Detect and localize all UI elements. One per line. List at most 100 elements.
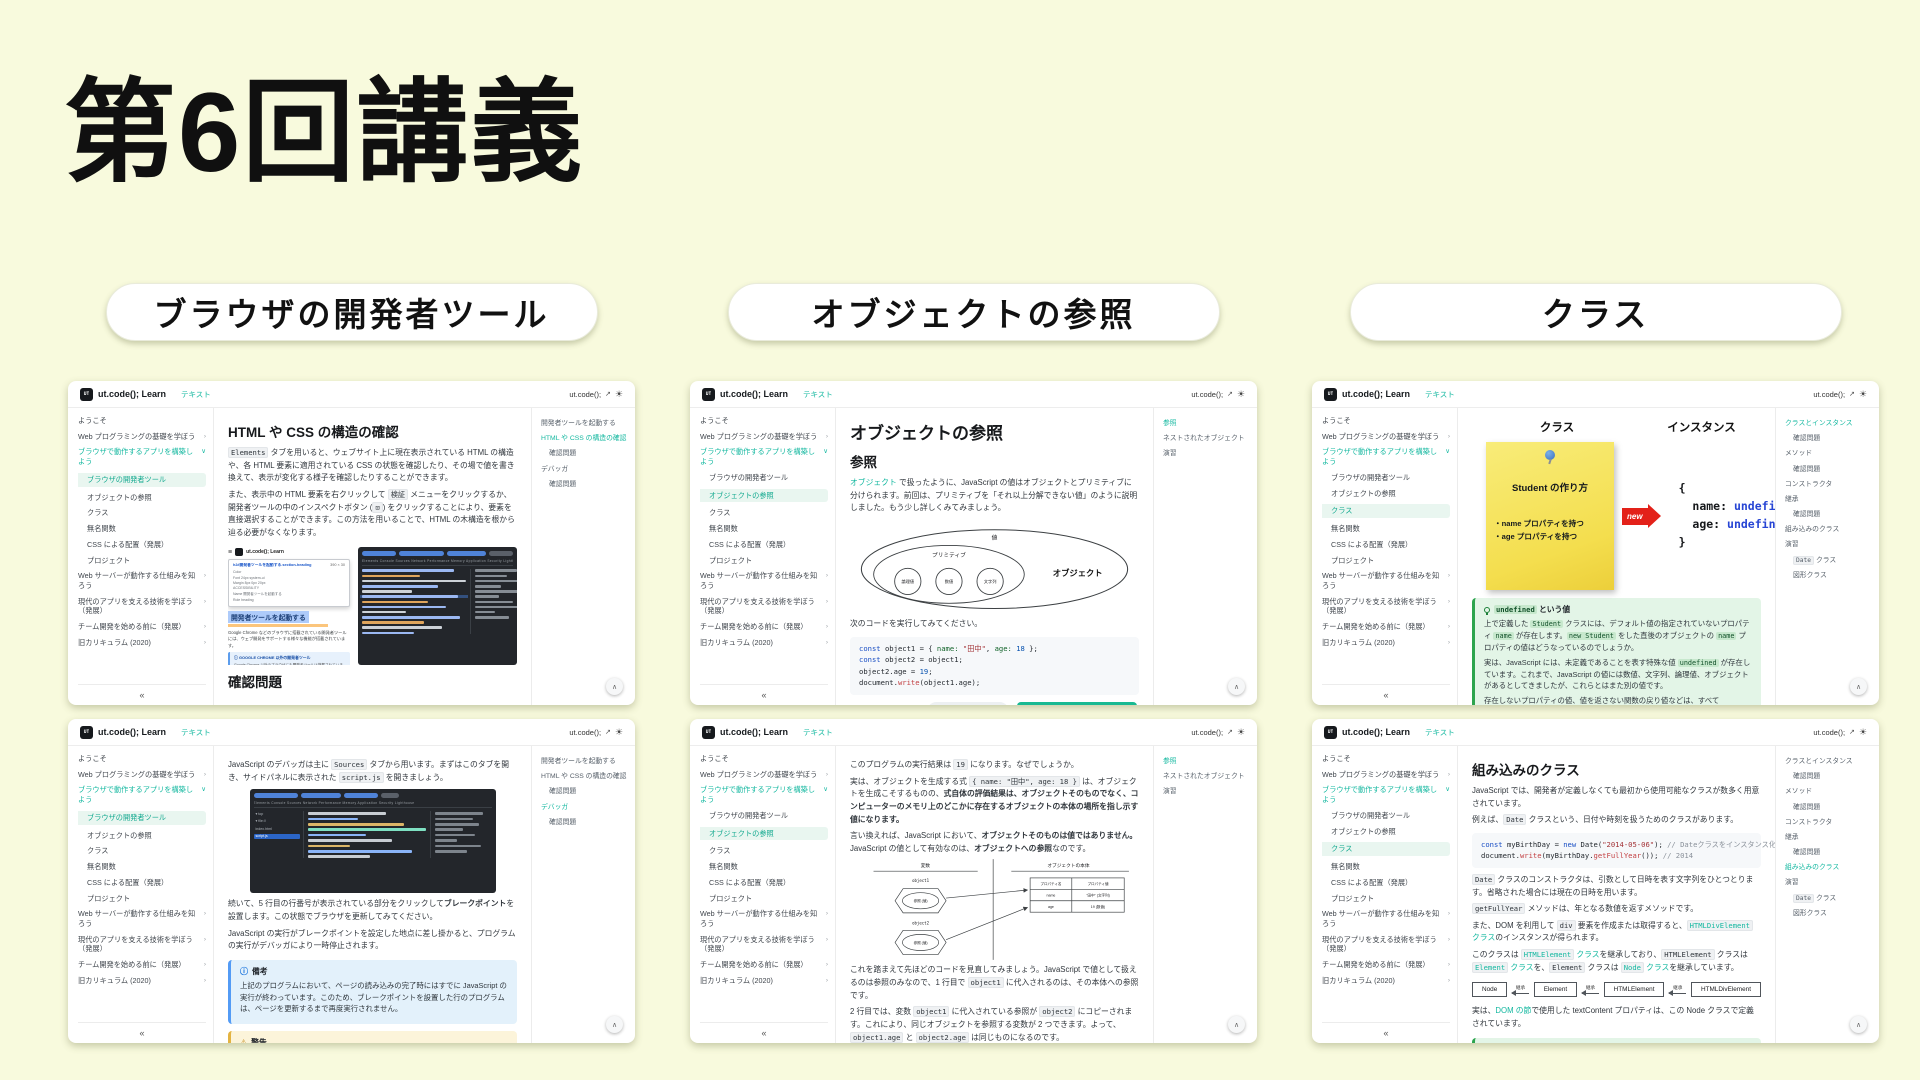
sidebar-item[interactable]: 無名関数: [1322, 862, 1450, 872]
header-utcode-link[interactable]: ut.code();: [1191, 728, 1223, 737]
sidebar-item[interactable]: 旧カリキュラム (2020)›: [700, 976, 828, 986]
sidebar-item[interactable]: CSS による配置（発展）: [1322, 878, 1450, 888]
scroll-top-button[interactable]: ∧: [1228, 1016, 1245, 1033]
toc-item[interactable]: ネストされたオブジェクト: [1163, 434, 1251, 443]
sidebar-item[interactable]: Web サーバーが動作する仕組みを知ろう›: [1322, 571, 1450, 590]
sidebar-item[interactable]: 現代のアプリを支える技術を学ぼう（発展）›: [78, 597, 206, 616]
toc-item[interactable]: 確認問題: [1785, 510, 1873, 519]
sidebar-item[interactable]: Web プログラミングの基礎を学ぼう›: [700, 432, 828, 442]
toc-item[interactable]: 図形クラス: [1785, 909, 1873, 918]
sidebar-collapse-button[interactable]: «: [1322, 1022, 1450, 1043]
theme-toggle-icon[interactable]: ☀: [1237, 727, 1245, 738]
toc-item[interactable]: 確認問題: [541, 818, 629, 827]
sidebar-item[interactable]: 現代のアプリを支える技術を学ぼう（発展）›: [78, 935, 206, 954]
sidebar-item[interactable]: Web サーバーが動作する仕組みを知ろう›: [78, 909, 206, 928]
toc-item[interactable]: コンストラクタ: [1785, 818, 1873, 827]
sidebar-item[interactable]: オブジェクトの参照: [1322, 827, 1450, 837]
nav-link-text[interactable]: テキスト: [803, 727, 833, 738]
sidebar-item[interactable]: ようこそ: [78, 754, 206, 764]
toc-item[interactable]: 確認問題: [1785, 434, 1873, 443]
text-link[interactable]: HTMLDivElement: [1687, 920, 1753, 931]
sidebar-item[interactable]: Web プログラミングの基礎を学ぼう›: [1322, 770, 1450, 780]
sidebar-item[interactable]: チーム開発を始める前に（発展）›: [700, 622, 828, 632]
sidebar-item[interactable]: プロジェクト: [78, 894, 206, 904]
sidebar-item[interactable]: プロジェクト: [700, 894, 828, 904]
sidebar-item[interactable]: 無名関数: [700, 524, 828, 534]
nav-link-text[interactable]: テキスト: [181, 727, 211, 738]
sidebar-item[interactable]: ブラウザの開発者ツール: [78, 811, 206, 825]
sidebar-item[interactable]: ブラウザの開発者ツール: [700, 473, 828, 483]
toc-item[interactable]: 演習: [1785, 878, 1873, 887]
header-utcode-link[interactable]: ut.code();: [1813, 728, 1845, 737]
sidebar-item[interactable]: プロジェクト: [1322, 894, 1450, 904]
text-link[interactable]: クラス: [1574, 950, 1599, 959]
theme-toggle-icon[interactable]: ☀: [615, 389, 623, 400]
toc-item[interactable]: 継承: [1785, 833, 1873, 842]
sidebar-item[interactable]: ようこそ: [700, 754, 828, 764]
sidebar-item[interactable]: 旧カリキュラム (2020)›: [78, 638, 206, 648]
header-utcode-link[interactable]: ut.code();: [1813, 390, 1845, 399]
toc-item[interactable]: 確認問題: [541, 480, 629, 489]
sidebar-item[interactable]: クラス: [700, 846, 828, 856]
toc-item[interactable]: 確認問題: [1785, 848, 1873, 857]
sidebar-item[interactable]: 無名関数: [700, 862, 828, 872]
sidebar-item[interactable]: オブジェクトの参照: [78, 831, 206, 841]
sidebar-item[interactable]: チーム開発を始める前に（発展）›: [1322, 960, 1450, 970]
sidebar-item[interactable]: 無名関数: [1322, 524, 1450, 534]
sidebar-item[interactable]: プロジェクト: [1322, 556, 1450, 566]
sidebar-item[interactable]: ブラウザで動作するアプリを構築しよう∨: [700, 447, 828, 466]
text-link[interactable]: HTMLElement: [1521, 949, 1574, 960]
sidebar-item[interactable]: プロジェクト: [78, 556, 206, 566]
sidebar-item[interactable]: ブラウザで動作するアプリを構築しよう∨: [1322, 785, 1450, 804]
theme-toggle-icon[interactable]: ☀: [1237, 389, 1245, 400]
toc-item[interactable]: 確認問題: [1785, 465, 1873, 474]
sidebar-item[interactable]: 旧カリキュラム (2020)›: [700, 638, 828, 648]
sidebar-item[interactable]: 無名関数: [78, 524, 206, 534]
toc-item[interactable]: 図形クラス: [1785, 571, 1873, 580]
sidebar-item[interactable]: ブラウザの開発者ツール: [700, 811, 828, 821]
toc-item[interactable]: 確認問題: [541, 449, 629, 458]
text-link[interactable]: DOM の節: [1495, 1006, 1531, 1015]
sidebar-item[interactable]: Web サーバーが動作する仕組みを知ろう›: [78, 571, 206, 590]
text-link[interactable]: オブジェクト: [850, 478, 897, 487]
toc-item[interactable]: メソッド: [1785, 787, 1873, 796]
sidebar-item[interactable]: チーム開発を始める前に（発展）›: [78, 960, 206, 970]
toc-item[interactable]: デバッガ: [541, 465, 629, 474]
sidebar-collapse-button[interactable]: «: [700, 684, 828, 705]
toc-item[interactable]: Date クラス: [1785, 894, 1873, 903]
sidebar-item[interactable]: 現代のアプリを支える技術を学ぼう（発展）›: [1322, 935, 1450, 954]
sidebar-collapse-button[interactable]: «: [1322, 684, 1450, 705]
text-link[interactable]: クラス: [1472, 933, 1495, 942]
sidebar-item[interactable]: ブラウザで動作するアプリを構築しよう∨: [78, 447, 206, 466]
sidebar-item[interactable]: CSS による配置（発展）: [1322, 540, 1450, 550]
sidebar-item[interactable]: ようこそ: [700, 416, 828, 426]
toc-item[interactable]: 開発者ツールを起動する: [541, 757, 629, 766]
sidebar-item[interactable]: Web サーバーが動作する仕組みを知ろう›: [700, 571, 828, 590]
nav-link-text[interactable]: テキスト: [803, 389, 833, 400]
sidebar-item[interactable]: オブジェクトの参照: [700, 827, 828, 841]
sidebar-item[interactable]: CSS による配置（発展）: [78, 878, 206, 888]
theme-toggle-icon[interactable]: ☀: [1859, 727, 1867, 738]
sidebar-item[interactable]: Web サーバーが動作する仕組みを知ろう›: [1322, 909, 1450, 928]
sidebar-item[interactable]: 現代のアプリを支える技術を学ぼう（発展）›: [700, 597, 828, 616]
scroll-top-button[interactable]: ∧: [1850, 1016, 1867, 1033]
sidebar-item[interactable]: 現代のアプリを支える技術を学ぼう（発展）›: [700, 935, 828, 954]
github-button[interactable]: GitHub で表示: [927, 702, 1010, 705]
toc-item[interactable]: 組み込みのクラス: [1785, 863, 1873, 872]
sidebar-item[interactable]: CSS による配置（発展）: [78, 540, 206, 550]
sidebar-item[interactable]: ようこそ: [78, 416, 206, 426]
toc-item[interactable]: HTML や CSS の構造の確認: [541, 434, 629, 443]
toc-item[interactable]: 継承: [1785, 495, 1873, 504]
header-utcode-link[interactable]: ut.code();: [569, 728, 601, 737]
sidebar-item[interactable]: Web サーバーが動作する仕組みを知ろう›: [700, 909, 828, 928]
sidebar-collapse-button[interactable]: «: [78, 1022, 206, 1043]
toc-item[interactable]: 組み込みのクラス: [1785, 525, 1873, 534]
sidebar-item[interactable]: ブラウザの開発者ツール: [1322, 473, 1450, 483]
toc-item[interactable]: メソッド: [1785, 449, 1873, 458]
sidebar-item[interactable]: クラス: [1322, 842, 1450, 856]
sidebar-item[interactable]: ブラウザで動作するアプリを構築しよう∨: [700, 785, 828, 804]
header-utcode-link[interactable]: ut.code();: [569, 390, 601, 399]
toc-item[interactable]: 開発者ツールを起動する: [541, 419, 629, 428]
toc-item[interactable]: クラスとインスタンス: [1785, 757, 1873, 766]
sidebar-collapse-button[interactable]: «: [78, 684, 206, 705]
